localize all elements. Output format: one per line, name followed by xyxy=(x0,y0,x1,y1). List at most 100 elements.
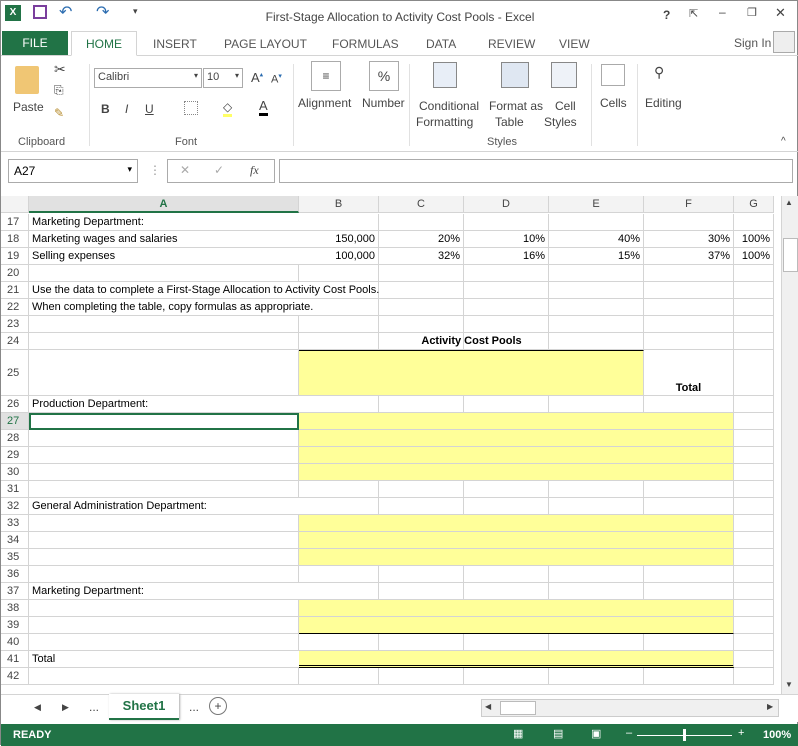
vertical-scrollbar[interactable]: ▲ ▼ xyxy=(781,196,798,694)
sheets-more-right[interactable]: ... xyxy=(189,700,199,714)
cell-A25[interactable] xyxy=(29,350,299,396)
cell-B35[interactable] xyxy=(299,549,379,566)
cell-C27[interactable] xyxy=(379,413,464,430)
cell-F40[interactable] xyxy=(644,634,734,651)
editing-button[interactable]: Editing xyxy=(645,96,682,110)
row-header-30[interactable]: 30 xyxy=(1,464,29,481)
cell-D27[interactable] xyxy=(464,413,549,430)
insert-function-button[interactable]: fx xyxy=(250,163,259,178)
scroll-left-icon[interactable]: ◀ xyxy=(485,702,491,711)
scroll-thumb[interactable] xyxy=(783,238,798,272)
cell-A21[interactable]: Use the data to complete a First-Stage A… xyxy=(29,282,379,299)
cell-G41[interactable] xyxy=(734,651,774,668)
cell-B36[interactable] xyxy=(299,566,379,583)
cell-E36[interactable] xyxy=(549,566,644,583)
cell-C40[interactable] xyxy=(379,634,464,651)
cell-E25[interactable] xyxy=(549,350,644,396)
cell-A31[interactable] xyxy=(29,481,299,498)
column-header-B[interactable]: B xyxy=(299,196,379,213)
cell-E17[interactable] xyxy=(549,214,644,231)
cell-E18[interactable]: 40% xyxy=(549,231,644,248)
zoom-slider-thumb[interactable] xyxy=(683,729,686,741)
cell-D23[interactable] xyxy=(464,316,549,333)
cell-B31[interactable] xyxy=(299,481,379,498)
cell-C26[interactable] xyxy=(379,396,464,413)
zoom-out-button[interactable]: – xyxy=(626,727,632,739)
cell-D30[interactable] xyxy=(464,464,549,481)
row-header-40[interactable]: 40 xyxy=(1,634,29,651)
cell-F35[interactable] xyxy=(644,549,734,566)
cell-A36[interactable] xyxy=(29,566,299,583)
cell-G36[interactable] xyxy=(734,566,774,583)
cell-D32[interactable] xyxy=(464,498,549,515)
cell-F25[interactable]: Total xyxy=(644,350,734,396)
cell-E26[interactable] xyxy=(549,396,644,413)
cell-F23[interactable] xyxy=(644,316,734,333)
cell-C23[interactable] xyxy=(379,316,464,333)
restore-button[interactable]: ❐ xyxy=(747,6,757,19)
cell-F27[interactable] xyxy=(644,413,734,430)
cell-D26[interactable] xyxy=(464,396,549,413)
cell-A41[interactable]: Total xyxy=(29,651,299,668)
spreadsheet-grid[interactable]: A B C D E F G 17 Marketing Department: 18 Marketi… xyxy=(1,196,781,694)
cell-A32[interactable]: General Administration Department: xyxy=(29,498,299,515)
cell-E30[interactable] xyxy=(549,464,644,481)
sheet-tab-sheet1[interactable]: Sheet1 xyxy=(109,694,179,720)
tab-data[interactable]: DATA xyxy=(426,37,456,51)
cell-A38[interactable] xyxy=(29,600,299,617)
cell-F17[interactable] xyxy=(644,214,734,231)
cell-F36[interactable] xyxy=(644,566,734,583)
cell-A17[interactable]: Marketing Department: xyxy=(29,214,299,231)
row-header-29[interactable]: 29 xyxy=(1,447,29,464)
underline-button[interactable]: U xyxy=(145,102,154,116)
cell-C25[interactable] xyxy=(379,350,464,396)
cell-C31[interactable] xyxy=(379,481,464,498)
cell-B39[interactable] xyxy=(299,617,379,634)
cell-B32[interactable] xyxy=(299,498,379,515)
row-header-26[interactable]: 26 xyxy=(1,396,29,413)
cell-F18[interactable]: 30% xyxy=(644,231,734,248)
cell-F21[interactable] xyxy=(644,282,734,299)
cell-D39[interactable] xyxy=(464,617,549,634)
cell-E34[interactable] xyxy=(549,532,644,549)
cell-D33[interactable] xyxy=(464,515,549,532)
cell-G27[interactable] xyxy=(734,413,774,430)
normal-view-icon[interactable]: ▦ xyxy=(513,727,523,740)
column-header-G[interactable]: G xyxy=(734,196,774,213)
formula-input[interactable] xyxy=(279,159,793,183)
paste-button[interactable]: Paste xyxy=(13,100,44,114)
collapse-ribbon-icon[interactable]: ^ xyxy=(781,136,786,147)
cell-G30[interactable] xyxy=(734,464,774,481)
cell-A19[interactable]: Selling expenses xyxy=(29,248,299,265)
cell-G17[interactable] xyxy=(734,214,774,231)
cell-A35[interactable] xyxy=(29,549,299,566)
cell-A42[interactable] xyxy=(29,668,299,685)
row-header-28[interactable]: 28 xyxy=(1,430,29,447)
horizontal-scrollbar[interactable]: ◀ ▶ xyxy=(481,699,779,717)
cell-C39[interactable] xyxy=(379,617,464,634)
sheets-more-left[interactable]: ... xyxy=(89,700,99,714)
cell-B38[interactable] xyxy=(299,600,379,617)
avatar[interactable] xyxy=(773,31,795,53)
row-header-31[interactable]: 31 xyxy=(1,481,29,498)
h-scroll-thumb[interactable] xyxy=(500,701,536,715)
cells-button[interactable]: Cells xyxy=(600,96,627,110)
next-sheet-icon[interactable]: ▶ xyxy=(62,702,69,713)
cell-E23[interactable] xyxy=(549,316,644,333)
tab-view[interactable]: VIEW xyxy=(559,37,590,51)
row-header-39[interactable]: 39 xyxy=(1,617,29,634)
tab-insert[interactable]: INSERT xyxy=(153,37,197,51)
cell-D42[interactable] xyxy=(464,668,549,685)
cell-E35[interactable] xyxy=(549,549,644,566)
scroll-right-icon[interactable]: ▶ xyxy=(767,702,773,711)
cell-G34[interactable] xyxy=(734,532,774,549)
row-header-27[interactable]: 27 xyxy=(1,413,29,430)
cell-E29[interactable] xyxy=(549,447,644,464)
cancel-icon[interactable]: ✕ xyxy=(180,163,190,177)
column-header-C[interactable]: C xyxy=(379,196,464,213)
cell-B26[interactable] xyxy=(299,396,379,413)
cell-G28[interactable] xyxy=(734,430,774,447)
cell-D31[interactable] xyxy=(464,481,549,498)
cell-A22[interactable]: When completing the table, copy formulas… xyxy=(29,299,313,316)
cell-D29[interactable] xyxy=(464,447,549,464)
